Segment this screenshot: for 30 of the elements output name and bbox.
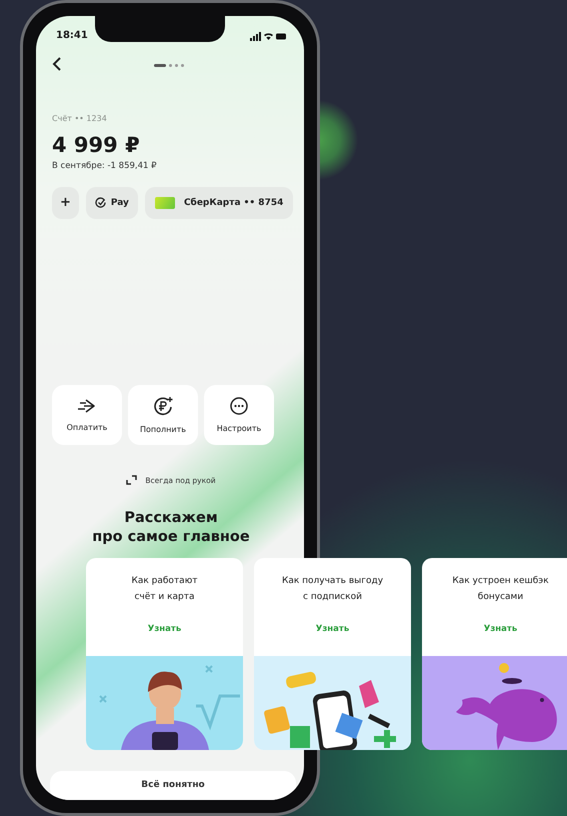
check-circle-icon [94,197,106,208]
balance: 4 999 ₽ [52,132,141,156]
action-button[interactable]: Настроить [204,384,274,444]
action-button[interactable]: Оплатить [52,384,122,444]
card-title: с подпиской [302,591,363,604]
section-title: про самое главное [91,528,251,546]
arrow-icon [77,398,97,414]
ruble-plus-icon [153,396,173,416]
learn-link[interactable]: Узнать [316,624,350,634]
confirm-button[interactable]: Всё понятно [50,770,296,800]
expand-icon [126,474,138,484]
card-title: Как устроен кешбэк [452,575,549,588]
card-chip[interactable]: СберКарта •• 8754 [144,186,294,218]
card-title: счёт и карта [133,591,196,604]
back-icon[interactable] [52,57,62,72]
more-icon [230,396,248,414]
add-button[interactable]: + [52,186,79,218]
pay-chip[interactable]: Pay [86,186,138,218]
action-button[interactable]: Пополнить [128,384,198,444]
section-title: Расскажем [123,508,219,528]
card-title: Как получать выгоду [282,575,384,588]
card-title: бонусами [476,591,524,604]
account-label: Счёт •• 1234 [52,114,108,122]
status-icons [250,32,286,42]
learn-link[interactable]: Узнать [484,624,518,634]
learn-link[interactable]: Узнать [148,624,182,634]
status-time: 18:41 [56,30,88,42]
card-icon [154,196,175,208]
month-change: В сентябре: -1 859,41 ₽ [52,160,158,170]
card-title: Как работают [131,575,198,588]
